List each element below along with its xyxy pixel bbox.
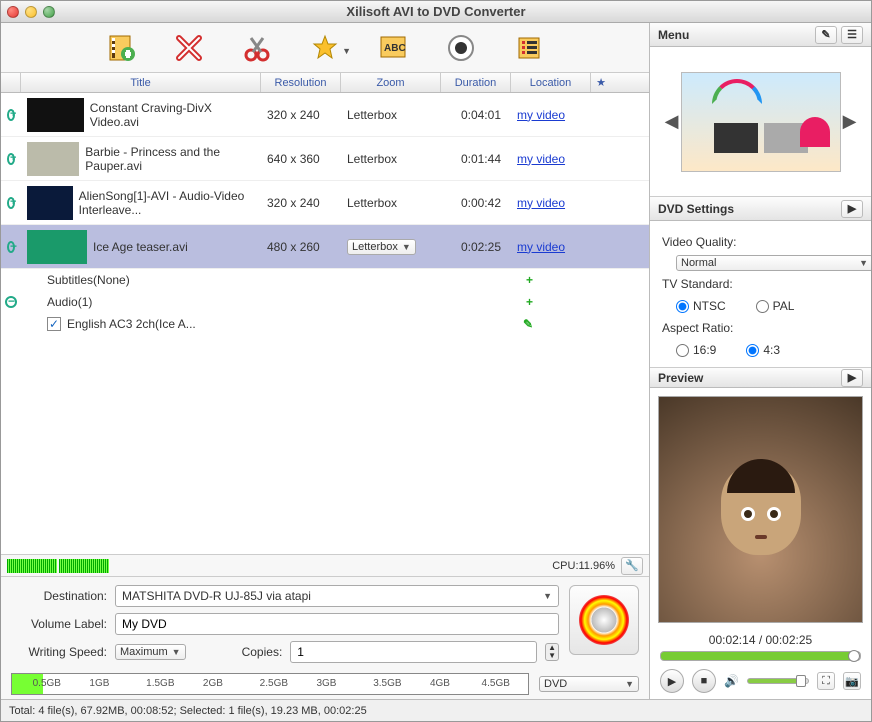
window-title: Xilisoft AVI to DVD Converter — [1, 4, 871, 19]
add-file-button[interactable] — [101, 30, 141, 66]
expand-settings-icon[interactable]: ▶ — [841, 200, 863, 218]
play-button[interactable]: ▶ — [660, 669, 684, 693]
titlebar: Xilisoft AVI to DVD Converter — [1, 1, 871, 23]
menu-list-button[interactable]: ☰ — [841, 26, 863, 44]
ntsc-radio[interactable]: NTSC — [676, 299, 726, 313]
video-quality-label: Video Quality: — [662, 235, 859, 249]
col-resolution[interactable]: Resolution — [261, 73, 341, 92]
audio-row[interactable]: Audio(1) + — [1, 291, 649, 313]
location-link[interactable]: my video — [511, 104, 591, 126]
expand-icon[interactable] — [7, 197, 15, 209]
collapse-icon[interactable] — [5, 296, 17, 308]
volume-slider[interactable] — [747, 678, 809, 684]
copies-label: Copies: — [242, 645, 283, 659]
menu-next-arrow[interactable]: ▶ — [841, 111, 859, 132]
add-subtitle-icon[interactable]: + — [526, 273, 533, 287]
effects-button[interactable]: ▼ — [305, 30, 345, 66]
video-quality-select[interactable]: Normal▼ — [676, 255, 871, 271]
ratio-43-radio[interactable]: 4:3 — [746, 343, 780, 357]
preview-header: Preview ▶ — [650, 368, 871, 388]
record-button[interactable] — [441, 30, 481, 66]
row-title: AlienSong[1]-AVI - Audio-Video Interleav… — [79, 189, 255, 217]
edit-track-icon[interactable]: ✎ — [523, 317, 533, 331]
menu-prev-arrow[interactable]: ◀ — [663, 111, 681, 132]
tv-standard-label: TV Standard: — [662, 277, 859, 291]
edit-menu-button[interactable]: ✎ — [815, 26, 837, 44]
delete-button[interactable] — [169, 30, 209, 66]
expand-icon[interactable] — [7, 153, 15, 165]
collapse-icon[interactable] — [7, 241, 15, 253]
col-title[interactable]: Title — [21, 73, 261, 92]
toolbar: ▼ ABC — [1, 23, 649, 73]
seek-slider[interactable] — [660, 651, 861, 661]
subtitle-button[interactable]: ABC — [373, 30, 413, 66]
row-title: Barbie - Princess and the Pauper.avi — [85, 145, 255, 173]
list-button[interactable] — [509, 30, 549, 66]
subtitles-row[interactable]: Subtitles(None) + — [1, 269, 649, 291]
svg-text:ABC: ABC — [384, 43, 406, 54]
volume-label-label: Volume Label: — [11, 617, 107, 631]
zoom-select[interactable]: Letterbox▼ — [347, 239, 416, 255]
copies-down[interactable]: ▼ — [546, 652, 558, 660]
burn-button[interactable] — [569, 585, 639, 655]
menu-thumbnail[interactable] — [681, 72, 841, 172]
table-row[interactable]: Constant Craving-DivX Video.avi 320 x 24… — [1, 93, 649, 137]
location-link[interactable]: my video — [511, 192, 591, 214]
time-display: 00:02:14 / 00:02:25 — [650, 631, 871, 649]
table-row[interactable]: AlienSong[1]-AVI - Audio-Video Interleav… — [1, 181, 649, 225]
stop-button[interactable]: ■ — [692, 669, 716, 693]
disc-type-select[interactable]: DVD▼ — [539, 676, 639, 692]
destination-select[interactable]: MATSHITA DVD-R UJ-85J via atapi▼ — [115, 585, 559, 607]
col-duration[interactable]: Duration — [441, 73, 511, 92]
settings-icon[interactable]: 🔧 — [621, 557, 643, 575]
size-gauge: 0.5GB 1GB 1.5GB 2GB 2.5GB 3GB 3.5GB 4GB … — [11, 673, 529, 695]
row-title: Constant Craving-DivX Video.avi — [90, 101, 255, 129]
menu-panel-header: Menu ✎ ☰ — [650, 23, 871, 47]
audio-track-row[interactable]: ✓ English AC3 2ch(Ice A... ✎ — [1, 313, 649, 335]
snapshot-icon[interactable]: 📷 — [843, 672, 861, 690]
column-headers: Title Resolution Zoom Duration Location … — [1, 73, 649, 93]
volume-label-input[interactable] — [115, 613, 559, 635]
writing-speed-select[interactable]: Maximum▼ — [115, 644, 186, 660]
location-link[interactable]: my video — [511, 148, 591, 170]
copies-input[interactable] — [290, 641, 537, 663]
table-row-selected[interactable]: Ice Age teaser.avi 480 x 260 Letterbox▼ … — [1, 225, 649, 269]
col-star[interactable]: ★ — [591, 73, 611, 92]
pal-radio[interactable]: PAL — [756, 299, 795, 313]
expand-preview-icon[interactable]: ▶ — [841, 369, 863, 387]
cpu-label: CPU:11.96% — [552, 560, 615, 572]
dvd-settings-header: DVD Settings ▶ — [650, 197, 871, 221]
location-link[interactable]: my video — [511, 236, 591, 258]
col-zoom[interactable]: Zoom — [341, 73, 441, 92]
destination-label: Destination: — [11, 589, 107, 603]
preview-video[interactable] — [658, 396, 863, 623]
col-location[interactable]: Location — [511, 73, 591, 92]
ratio-169-radio[interactable]: 16:9 — [676, 343, 716, 357]
status-bar: Total: 4 file(s), 67.92MB, 00:08:52; Sel… — [1, 699, 871, 721]
table-row[interactable]: Barbie - Princess and the Pauper.avi 640… — [1, 137, 649, 181]
fullscreen-icon[interactable]: ⛶ — [817, 672, 835, 690]
cpu-bar: CPU:11.96% 🔧 — [1, 554, 649, 576]
expand-icon[interactable] — [7, 109, 15, 121]
aspect-ratio-label: Aspect Ratio: — [662, 321, 859, 335]
writing-speed-label: Writing Speed: — [11, 645, 107, 659]
volume-icon[interactable]: 🔊 — [724, 674, 739, 688]
row-title: Ice Age teaser.avi — [93, 240, 188, 254]
add-audio-icon[interactable]: + — [526, 295, 533, 309]
cut-button[interactable] — [237, 30, 277, 66]
track-checkbox[interactable]: ✓ — [47, 317, 61, 331]
